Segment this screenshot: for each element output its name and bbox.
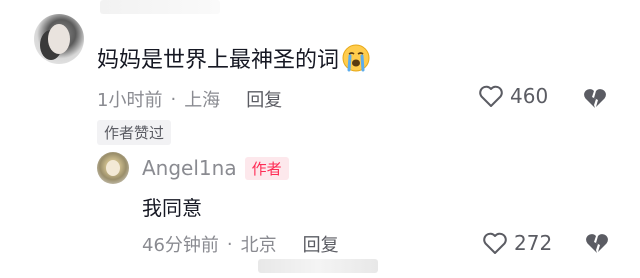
reply-reply-button[interactable]: 回复 [303, 231, 339, 257]
reply-location: 北京 [240, 235, 277, 256]
avatar[interactable] [34, 14, 84, 64]
crying-face-emoji-icon [342, 44, 370, 72]
reply-time: 46分钟前 [142, 235, 219, 256]
meta-separator: · [170, 88, 177, 110]
like-button[interactable]: 460 [478, 84, 548, 108]
reply-button[interactable]: 回复 [246, 86, 282, 112]
comment-body: 妈妈是世界上最神圣的词 [97, 48, 340, 73]
avatar-face [48, 24, 70, 54]
comment-time: 1小时前 [97, 90, 163, 111]
author-tag: 作者 [244, 156, 289, 180]
author-liked-badge: 作者赞过 [97, 120, 172, 145]
dislike-button[interactable] [582, 86, 608, 114]
reply-dislike-button[interactable] [584, 231, 610, 259]
reply-meta: 46分钟前 · 北京 回复 [142, 231, 339, 257]
reply-text[interactable]: 我同意 [142, 192, 202, 221]
reply-username-row: Angel1na 作者 [142, 156, 289, 180]
comment-location: 上海 [184, 90, 221, 111]
heart-outline-icon [483, 232, 507, 254]
reply-like-button[interactable]: 272 [482, 231, 552, 255]
heart-outline-icon [479, 85, 503, 107]
blurred-username [100, 0, 220, 14]
reply-like-count: 272 [514, 231, 553, 255]
broken-heart-icon [584, 89, 606, 108]
comment-text[interactable]: 妈妈是世界上最神圣的词 [97, 42, 371, 74]
broken-heart-icon [586, 234, 608, 253]
reply-avatar-face [106, 160, 120, 176]
like-count: 460 [510, 84, 549, 108]
meta-separator: · [226, 233, 233, 255]
comment-section: 妈妈是世界上最神圣的词 1小时前 · 上海 回复 460 作者赞过 Angel1… [0, 0, 640, 278]
blurred-more-replies [258, 259, 378, 273]
comment-meta: 1小时前 · 上海 回复 [97, 86, 282, 112]
reply-username[interactable]: Angel1na [142, 156, 237, 180]
reply-avatar[interactable] [97, 152, 129, 184]
